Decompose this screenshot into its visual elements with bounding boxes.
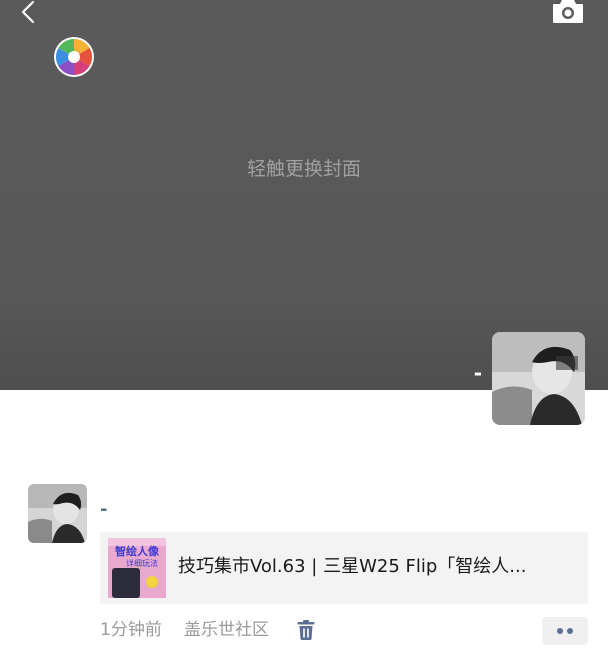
shared-link-card[interactable]: 智绘人像 详细玩法 技巧集市Vol.63 | 三星W25 Flip「智绘人...: [100, 532, 588, 604]
app-logo: [53, 36, 95, 78]
camera-icon: [553, 0, 583, 23]
thumb-title-2: 详细玩法: [126, 558, 158, 568]
post-author-name[interactable]: -: [100, 500, 130, 520]
profile-name[interactable]: -: [440, 362, 482, 384]
shared-link-title: 技巧集市Vol.63 | 三星W25 Flip「智绘人...: [178, 556, 527, 577]
post-timestamp: 1分钟前: [100, 620, 162, 640]
thumb-title-1: 智绘人像: [115, 544, 160, 558]
post-source-link[interactable]: 盖乐世社区: [184, 619, 269, 641]
post-author-avatar[interactable]: [28, 484, 87, 543]
article-thumbnail-image: 智绘人像 详细玩法: [108, 538, 166, 598]
shared-link-thumbnail: 智绘人像 详细玩法: [108, 538, 166, 598]
trash-icon: [297, 620, 315, 640]
delete-button[interactable]: [296, 619, 316, 641]
more-actions-button[interactable]: [542, 617, 588, 645]
back-button[interactable]: [14, 0, 42, 26]
chevron-left-icon: [21, 0, 35, 24]
camera-button[interactable]: [552, 0, 584, 24]
aperture-logo-icon: [54, 37, 94, 77]
more-dots-icon: [557, 628, 573, 634]
change-cover-hint[interactable]: 轻触更换封面: [0, 154, 608, 181]
cover-area[interactable]: 轻触更换封面 -: [0, 0, 608, 425]
avatar-photo: [28, 484, 87, 543]
avatar-photo: [492, 332, 585, 425]
profile-avatar[interactable]: [492, 332, 585, 425]
